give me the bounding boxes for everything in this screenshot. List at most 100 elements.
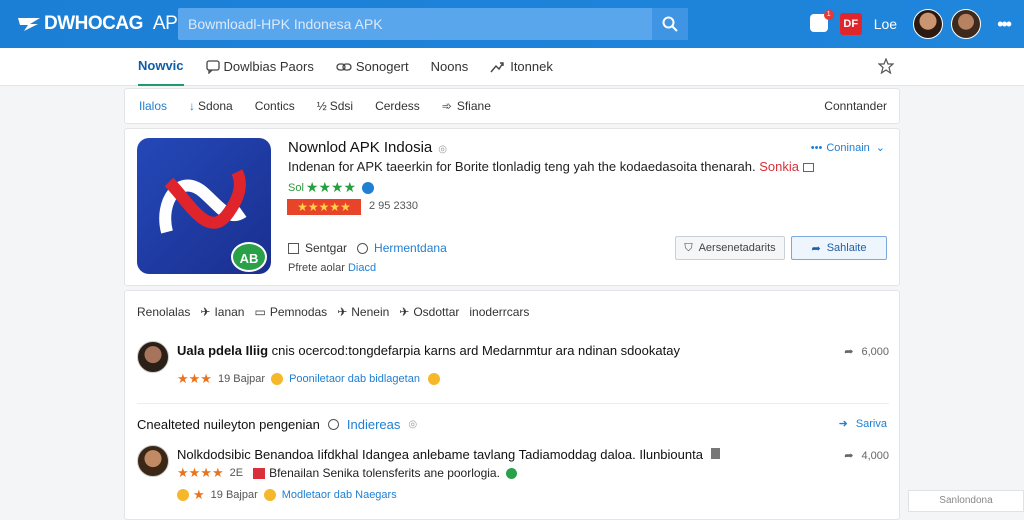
hearts-button[interactable]: Hermentdana [357, 241, 447, 255]
nav-tab-trending[interactable]: Itonnek [490, 48, 553, 86]
ratio-icon: ½ [316, 99, 327, 113]
feed-tab-inoderrcars[interactable]: inoderrcars [469, 305, 529, 319]
avatar[interactable] [137, 341, 169, 373]
feed-tab-osdottar[interactable]: ✈ Osdottar [399, 305, 459, 319]
post-subtext: Bfenailan Senika tolensferits ane poorlo… [269, 466, 500, 480]
nav-tab-downloads[interactable]: Dowlbias Paors [205, 48, 314, 86]
more-options-icon[interactable]: ••• [997, 14, 1012, 35]
app-title-text: Nownlod APK Indosia [288, 139, 433, 156]
info-icon: ◎ [408, 419, 418, 430]
filter-share[interactable]: ➾ Sfiane [442, 99, 491, 113]
emoji-icon [263, 489, 276, 501]
flag-icon [253, 467, 266, 479]
nav-tab-home[interactable]: Nowvic [138, 48, 184, 86]
primary-action-label: Sahlaite [826, 242, 867, 254]
brand-badge[interactable]: DF [839, 13, 862, 35]
filter-ratio[interactable]: ½ Sdsi [317, 99, 353, 113]
search-button[interactable] [652, 8, 688, 40]
filter-contacts[interactable]: Contics [255, 99, 295, 113]
feed-tab-label: Pemnodas [269, 305, 328, 319]
clock-icon [327, 419, 339, 430]
feed-tab-recent[interactable]: Renolalas [137, 305, 190, 319]
avatar[interactable] [913, 9, 944, 39]
post-author[interactable]: Nolkdodsibic [177, 447, 251, 462]
app-card: AB Nownlod APK Indosia ◎ Indenan for APK … [124, 128, 900, 286]
share-icon: ➦ [844, 450, 854, 462]
nav-tab-news[interactable]: Noons [431, 48, 469, 86]
post-link[interactable]: Modletaor dab Naegars [282, 489, 397, 501]
activity-feed: Renolalas ✈ Ianan ▭ Pemnodas ✈ Nenein ✈ Osdo… [124, 290, 900, 520]
download-count: 2 95 2330 [369, 200, 418, 212]
compare-dropdown[interactable]: ••• Coninain ⌄ [810, 141, 885, 155]
nav-tab-songs[interactable]: Sonogert [336, 48, 409, 86]
secondary-action-label: Aersenetadarits [698, 242, 776, 254]
nav-tab-label: Itonnek [510, 59, 553, 74]
subline-link[interactable]: Diacd [348, 262, 376, 274]
emoji-icon [427, 373, 440, 385]
feed-tab-label: inoderrcars [469, 305, 530, 319]
post-author[interactable]: Uala pdela Iliig [177, 343, 268, 358]
filter-label: Ilalos [139, 99, 168, 113]
app-icon-badge: AB [231, 242, 267, 272]
filter-bar: Ilalos ↓ Sdona Contics ½ Sdsi Cerdess ➾ Sfi… [124, 88, 900, 124]
filter-all[interactable]: Ilalos [139, 99, 167, 113]
header-label[interactable]: Loe [874, 16, 897, 32]
nav-tab-label: Paors [279, 59, 314, 74]
post-link[interactable]: Pooniletaor dab bidlagetan [289, 373, 420, 385]
share-button[interactable]: ➦ 6,000 [844, 345, 889, 359]
shield-icon: ⛉ [684, 241, 693, 254]
save-checkbox[interactable]: Sentgar [288, 241, 347, 255]
app-description-text: Indenan for APK taeerkin for Borite tlon… [288, 159, 756, 174]
filter-container[interactable]: Conntander [824, 99, 887, 113]
secondary-action-button[interactable]: ⛉ Aersenetadarits [675, 236, 785, 260]
header-actions: 1 DF Loe ••• [809, 0, 1024, 48]
filter-label: Sdona [198, 99, 233, 113]
status-dot-icon [505, 467, 517, 479]
nav-tab-label: Sonogert [355, 59, 409, 74]
primary-action-button[interactable]: ➦ Sahlaite [791, 236, 887, 260]
avatar-secondary[interactable] [951, 9, 982, 39]
trend-arrow-icon [490, 61, 504, 72]
search-input[interactable] [178, 8, 652, 40]
app-subline: Pfrete aolar Diacd [288, 262, 376, 274]
notifications-button[interactable]: 1 [809, 10, 834, 34]
logo-text: DWHOCAG [44, 13, 143, 34]
list-item: Nolkdodsibic Benandoa Iifdkhal Idangea a… [137, 445, 889, 515]
app-rating: Sol ★★★★ [288, 179, 375, 196]
filter-label: Conntander [824, 99, 887, 113]
post-rating-text: 19 Bajpar [217, 373, 266, 385]
trash-icon[interactable] [710, 448, 720, 459]
feed-tab-nenein[interactable]: ✈ Nenein [337, 305, 389, 319]
divider [137, 403, 889, 404]
pin-icon: ✈ [337, 305, 348, 319]
avatar[interactable] [137, 445, 169, 477]
search-icon [662, 16, 678, 32]
favorite-star-icon[interactable] [878, 58, 894, 74]
post-meta: ★ 19 Bajpar Modletaor dab Naegars [177, 487, 397, 503]
info-icon[interactable]: ◎ [438, 144, 447, 155]
clock-icon [357, 242, 369, 254]
post-text: Nolkdodsibic Benandoa Iifdkhal Idangea a… [177, 447, 720, 462]
dots-icon: ••• [810, 141, 823, 154]
footer-button[interactable]: Sanlondona [908, 490, 1024, 512]
filter-label: Cerdess [375, 99, 420, 113]
feed-tab-comments[interactable]: ▭ Pemnodas [254, 305, 327, 319]
feed-tab-label: Nenein [351, 305, 390, 319]
app-actions: Sentgar Hermentdana [288, 241, 457, 255]
app-description-tag[interactable]: Sonkia [759, 159, 799, 174]
site-logo[interactable]: DWHOCAG APK [18, 13, 190, 35]
filter-download[interactable]: ↓ Sdona [189, 99, 233, 113]
share-arrow-icon: ➜ [838, 418, 848, 430]
app-logo-icon [159, 169, 247, 234]
filter-cards[interactable]: Cerdess [375, 99, 420, 113]
logo-wing-icon [18, 18, 40, 31]
app-icon[interactable]: AB [137, 138, 271, 274]
section-share-button[interactable]: ➜ Sariva [838, 417, 887, 431]
comment-icon: ▭ [254, 305, 266, 319]
feed-tab-ianan[interactable]: ✈ Ianan [200, 305, 244, 319]
save-label: Sentgar [305, 241, 348, 255]
message-icon [205, 59, 220, 74]
section-link[interactable]: Indiereas [347, 417, 400, 432]
nav-tab-label: Noons [430, 59, 469, 74]
share-button[interactable]: ➦ 4,000 [844, 449, 889, 463]
